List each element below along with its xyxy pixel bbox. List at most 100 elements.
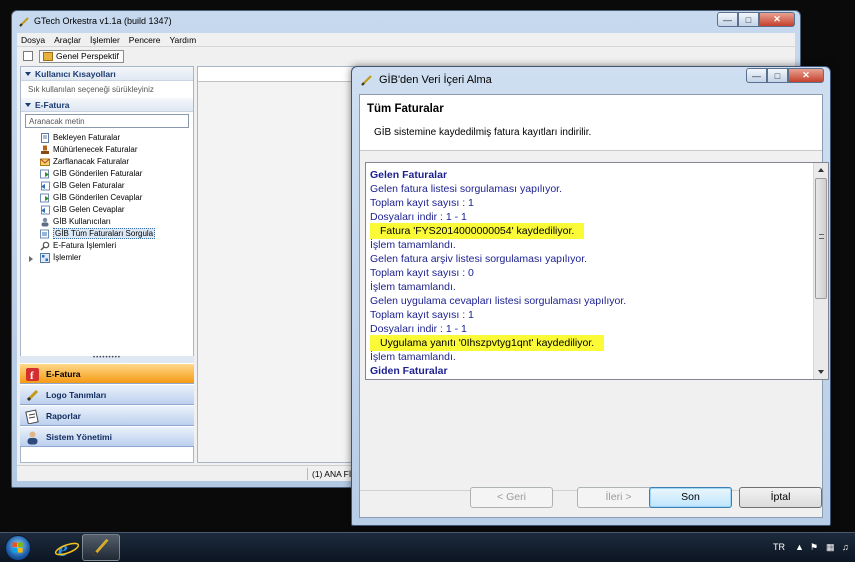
main-titlebar[interactable]: GTech Orkestra v1.1a (build 1347) — □ ✕: [12, 11, 800, 33]
log-line-text: Gelen uygulama cevapları listesi sorgula…: [370, 295, 627, 307]
finish-button[interactable]: Son: [649, 487, 732, 508]
nav-item-raporlar[interactable]: Raporlar: [20, 405, 194, 426]
taskbar-orkestra[interactable]: [82, 534, 120, 561]
volume-icon[interactable]: ♫: [842, 542, 849, 552]
log-line: İşlem tamamlandı.: [370, 280, 812, 294]
language-indicator[interactable]: TR: [773, 542, 785, 552]
maximize-icon: □: [745, 14, 752, 25]
menu-dosya[interactable]: Dosya: [21, 35, 45, 45]
close-button[interactable]: ✕: [788, 68, 824, 83]
log-line-text: Dosyaları indir : 1 - 1: [370, 323, 467, 335]
nav-item-sistem-yonetimi[interactable]: Sistem Yönetimi: [20, 426, 194, 447]
scroll-up-icon[interactable]: [818, 168, 824, 172]
show-hidden-icons-icon[interactable]: ▲: [795, 542, 804, 552]
log-line-text: Toplam kayıt sayısı : 0: [370, 267, 474, 279]
log-line: Giden Faturalar: [370, 364, 812, 378]
operations-icon: [40, 253, 50, 263]
tree-item-label: Bekleyen Faturalar: [53, 133, 121, 142]
log-line-text: Uygulama yanıtı '0Ihszpvtyg1qnt' kaydedi…: [370, 335, 605, 351]
log-line-text: Giden Faturalar: [370, 365, 448, 377]
next-button[interactable]: İleri >: [577, 487, 660, 508]
minimize-icon: —: [752, 70, 761, 81]
tree-item-label: GİB Gönderilen Faturalar: [53, 169, 143, 178]
search-input[interactable]: Aranacak metin: [25, 114, 189, 128]
main-window-title: GTech Orkestra v1.1a (build 1347): [34, 16, 172, 26]
scroll-down-icon[interactable]: [818, 370, 824, 374]
nav-item-efatura[interactable]: f E-Fatura: [20, 363, 194, 384]
document-icon: [41, 133, 49, 143]
taskbar-internet-explorer[interactable]: e: [48, 534, 86, 561]
tree-item-bekleyen-faturalar[interactable]: Bekleyen Faturalar: [21, 132, 193, 144]
close-button[interactable]: ✕: [759, 12, 795, 27]
tree-item-label: E-Fatura İşlemleri: [53, 241, 117, 250]
log-output[interactable]: Gelen Faturalar Gelen fatura listesi sorg…: [365, 162, 829, 380]
windows-logo-icon: [12, 542, 23, 553]
perspective-button[interactable]: Genel Perspektif: [39, 50, 124, 63]
tree-item-gib-gelen-cevaplar[interactable]: GİB Gelen Cevaplar: [21, 204, 193, 216]
tree-item-label: GİB Gelen Faturalar: [53, 181, 125, 190]
scroll-thumb[interactable]: [815, 178, 827, 299]
nav-item-label: Sistem Yönetimi: [46, 432, 112, 442]
orkestra-icon: [92, 538, 109, 557]
tree-item-islemler[interactable]: İşlemler: [21, 252, 193, 264]
log-line-text: Fatura 'FYS2014000000054' kaydediliyor.: [370, 223, 585, 239]
tree-item-gib-gonderilen-cevaplar[interactable]: GİB Gönderilen Cevaplar: [21, 192, 193, 204]
app-icon: [361, 75, 372, 86]
log-scrollbar[interactable]: [813, 163, 828, 379]
perspective-icon: [43, 52, 53, 61]
log-line: Toplam kayıt sayısı : 1: [370, 308, 812, 322]
tree-item-muhurlenecek-faturalar[interactable]: Mühürlenecek Faturalar: [21, 144, 193, 156]
app-icon: [19, 17, 29, 27]
dialog-heading: Tüm Faturalar: [367, 103, 444, 115]
grip-icon: [819, 234, 824, 239]
nav-splitter-grip[interactable]: •••••••••: [20, 355, 194, 363]
network-icon[interactable]: ▦: [826, 542, 835, 552]
sent-reply-icon: [40, 193, 49, 203]
log-line: Gelen fatura arşiv listesi sorgulaması y…: [370, 252, 812, 266]
tree-item-label: Mühürlenecek Faturalar: [53, 145, 138, 154]
cancel-button[interactable]: İptal: [739, 487, 822, 508]
dialog-body: Tüm Faturalar GİB sistemine kaydedilmiş …: [359, 94, 829, 518]
tree-item-zarflanacak-faturalar[interactable]: Zarflanacak Faturalar: [21, 156, 193, 168]
menu-bar: Dosya Araçlar İşlemler Pencere Yardım: [17, 33, 795, 46]
users-icon: [41, 217, 49, 227]
svg-text:f: f: [30, 370, 34, 382]
efatura-section-header[interactable]: E-Fatura: [21, 98, 193, 112]
received-icon: [41, 181, 50, 191]
nav-item-logo-tanimlari[interactable]: Logo Tanımları: [20, 384, 194, 405]
minimize-button[interactable]: —: [717, 12, 738, 27]
tree-item-label: GİB Tüm Faturaları Sorgula: [53, 228, 156, 239]
tree-item-label: İşlemler: [53, 253, 82, 262]
tree-item-label: GİB Gönderilen Cevaplar: [53, 193, 143, 202]
open-perspective-icon[interactable]: [23, 51, 33, 61]
back-button[interactable]: < Geri: [470, 487, 553, 508]
nav-item-label: E-Fatura: [46, 369, 81, 379]
menu-araclar[interactable]: Araçlar: [54, 35, 81, 45]
maximize-button[interactable]: □: [767, 68, 788, 83]
shortcuts-header-label: Kullanıcı Kısayolları: [35, 69, 116, 79]
collapse-icon: [25, 72, 31, 76]
dialog-title: GİB'den Veri İçeri Alma: [379, 74, 492, 86]
efatura-header-label: E-Fatura: [35, 100, 70, 110]
tree-item-gib-kullanicilari[interactable]: GİB Kullanıcıları: [21, 216, 193, 228]
query-icon: [40, 229, 49, 239]
menu-yardim[interactable]: Yardım: [169, 35, 196, 45]
tree-item-gib-gelen-faturalar[interactable]: GİB Gelen Faturalar: [21, 180, 193, 192]
maximize-button[interactable]: □: [738, 12, 759, 27]
log-line: Gelen Faturalar: [370, 168, 812, 182]
minimize-button[interactable]: —: [746, 68, 767, 83]
envelope-icon: [40, 158, 50, 166]
shortcuts-section-header[interactable]: Kullanıcı Kısayolları: [21, 67, 193, 81]
tree-item-efatura-islemleri[interactable]: E-Fatura İşlemleri: [21, 240, 193, 252]
start-button[interactable]: [5, 535, 31, 561]
tree-item-gib-tum-faturalari-sorgula[interactable]: GİB Tüm Faturaları Sorgula: [21, 228, 193, 240]
internet-explorer-icon: e: [54, 536, 80, 561]
action-center-flag-icon[interactable]: ⚑: [810, 542, 818, 552]
menu-islemler[interactable]: İşlemler: [90, 35, 120, 45]
expand-icon[interactable]: [29, 256, 33, 262]
menu-pencere[interactable]: Pencere: [129, 35, 161, 45]
tree-item-gib-gonderilen-faturalar[interactable]: GİB Gönderilen Faturalar: [21, 168, 193, 180]
log-line: Uygulama yanıtı '0Ihszpvtyg1qnt' kaydedi…: [370, 335, 812, 351]
dialog-header: Tüm Faturalar GİB sistemine kaydedilmiş …: [360, 95, 822, 151]
perspective-label: Genel Perspektif: [56, 51, 119, 61]
